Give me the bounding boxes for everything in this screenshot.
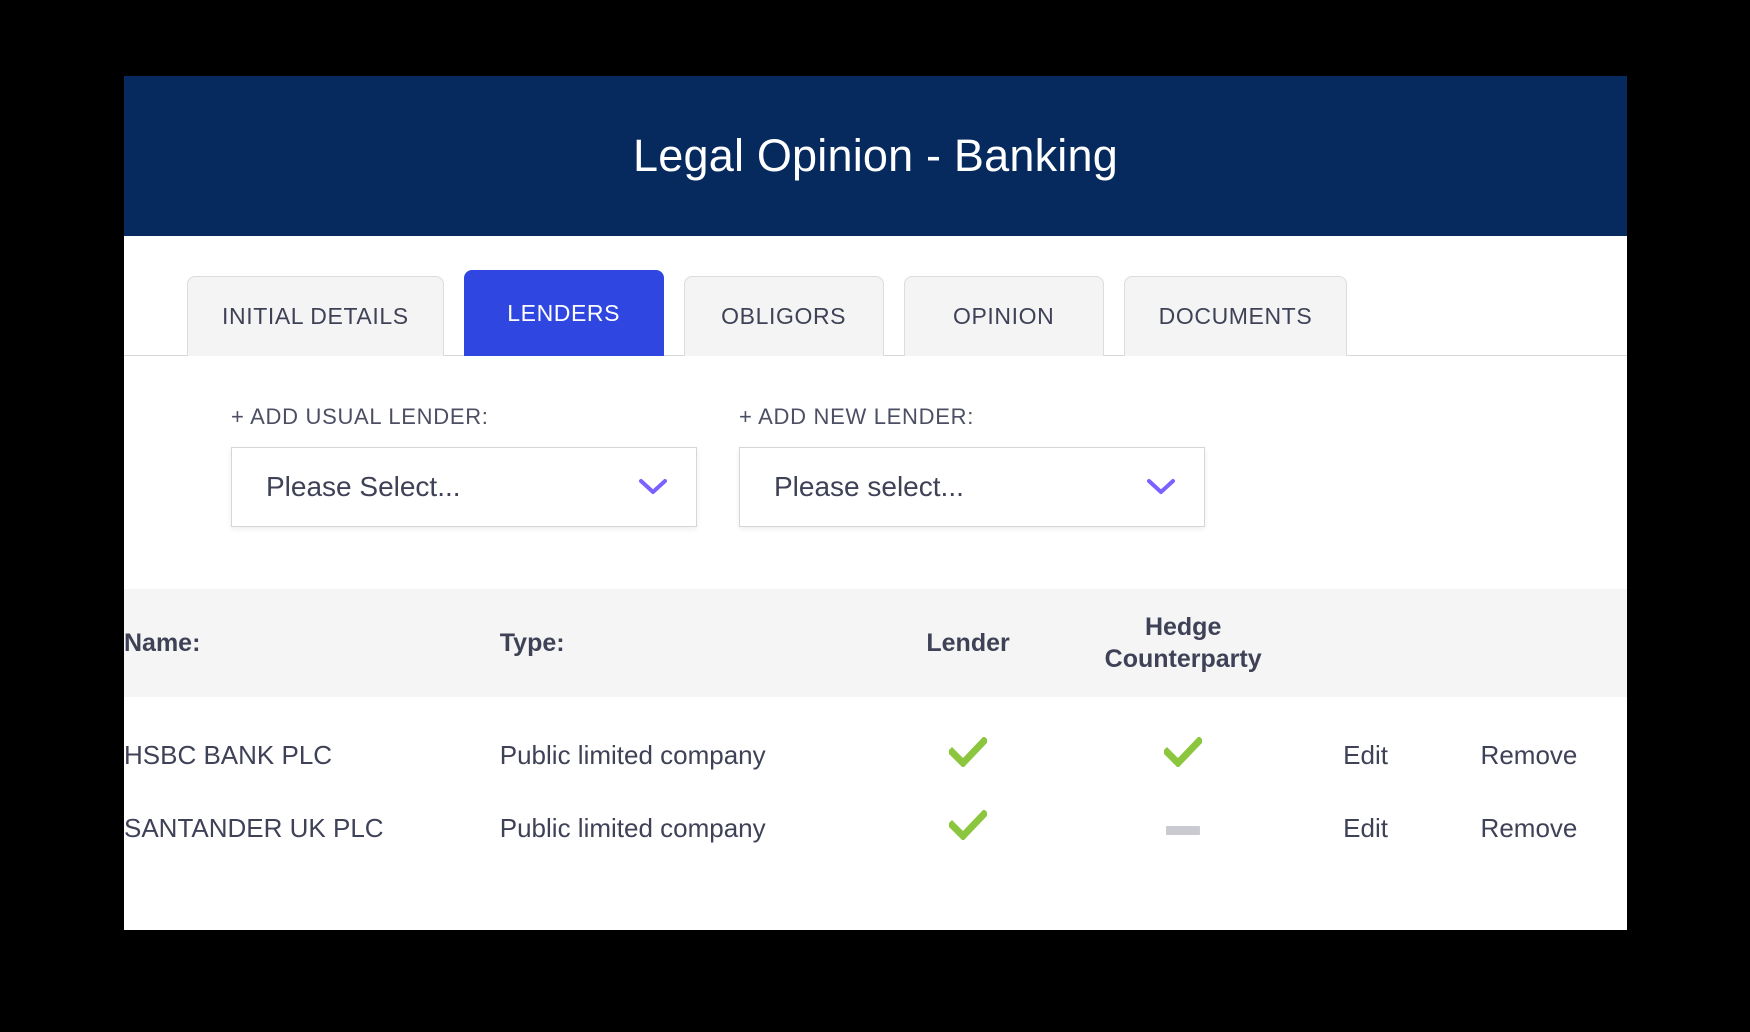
page-header: Legal Opinion - Banking <box>124 76 1627 236</box>
edit-cell: Edit <box>1300 792 1431 865</box>
add-new-lender-label: + ADD NEW LENDER: <box>739 404 975 429</box>
lender-type: Public limited company <box>499 813 766 843</box>
check-icon <box>949 810 988 840</box>
tab-label: LENDERS <box>507 300 621 326</box>
tab-documents[interactable]: DOCUMENTS <box>1123 276 1348 356</box>
table-row: SANTANDER UK PLC Public limited company … <box>124 792 1627 865</box>
remove-link[interactable]: Remove <box>1481 740 1578 770</box>
chevron-down-icon <box>1147 479 1175 494</box>
check-icon <box>1164 737 1203 767</box>
dash-icon <box>1166 825 1201 835</box>
lender-flag-cell <box>870 792 1066 865</box>
add-new-lender-field: + ADD NEW LENDER: Please select... <box>739 404 1205 527</box>
lenders-table-body: HSBC BANK PLC Public limited company Edi… <box>124 697 1627 865</box>
tab-label: OPINION <box>952 303 1055 329</box>
tab-lenders[interactable]: LENDERS <box>463 270 664 356</box>
tab-initial-details[interactable]: INITIAL DETAILS <box>187 276 444 356</box>
lender-add-controls: + ADD USUAL LENDER: Please Select... + A… <box>124 356 1627 527</box>
chevron-down-icon <box>639 479 667 494</box>
remove-link[interactable]: Remove <box>1481 813 1578 843</box>
application-window: Legal Opinion - Banking INITIAL DETAILS … <box>124 76 1627 930</box>
edit-link[interactable]: Edit <box>1343 813 1388 843</box>
lenders-table-header: Name: Type: Lender Hedge Counterparty <box>124 589 1627 697</box>
tab-label: DOCUMENTS <box>1158 303 1313 329</box>
hedge-counterparty-flag-cell <box>1066 697 1300 792</box>
lender-name: HSBC BANK PLC <box>124 740 333 770</box>
add-usual-lender-field: + ADD USUAL LENDER: Please Select... <box>231 404 697 527</box>
lender-name: SANTANDER UK PLC <box>124 813 384 843</box>
add-usual-lender-label: + ADD USUAL LENDER: <box>231 404 489 429</box>
page-title: Legal Opinion - Banking <box>633 130 1118 181</box>
lender-type: Public limited company <box>499 740 766 770</box>
tab-label: OBLIGORS <box>721 303 847 329</box>
column-header-edit <box>1300 589 1431 697</box>
hedge-header-line-2: Counterparty <box>1104 645 1262 673</box>
column-header-hedge-counterparty: Hedge Counterparty <box>1066 589 1300 697</box>
column-header-remove <box>1431 589 1627 697</box>
lender-flag-cell <box>870 697 1066 792</box>
column-header-type: Type: <box>499 628 565 657</box>
add-usual-lender-value: Please Select... <box>266 471 461 502</box>
table-row: HSBC BANK PLC Public limited company Edi… <box>124 697 1627 792</box>
column-header-name: Name: <box>124 628 201 657</box>
tab-label: INITIAL DETAILS <box>222 303 409 329</box>
add-new-lender-select[interactable]: Please select... <box>739 447 1205 527</box>
tab-panel-lenders: + ADD USUAL LENDER: Please Select... + A… <box>124 356 1627 865</box>
table-header-row: Name: Type: Lender Hedge Counterparty <box>124 589 1627 697</box>
edit-link[interactable]: Edit <box>1343 740 1388 770</box>
edit-cell: Edit <box>1300 697 1431 792</box>
lenders-table: Name: Type: Lender Hedge Counterparty HS… <box>124 589 1627 865</box>
hedge-header-line-1: Hedge <box>1144 613 1222 641</box>
tab-bar: INITIAL DETAILS LENDERS OBLIGORS OPINION… <box>124 236 1627 356</box>
tab-opinion[interactable]: OPINION <box>903 276 1104 356</box>
column-header-lender: Lender <box>926 628 1010 657</box>
tab-obligors[interactable]: OBLIGORS <box>683 276 884 356</box>
hedge-counterparty-flag-cell <box>1066 792 1300 865</box>
add-usual-lender-select[interactable]: Please Select... <box>231 447 697 527</box>
add-new-lender-value: Please select... <box>774 471 964 502</box>
remove-cell: Remove <box>1431 792 1627 865</box>
check-icon <box>949 737 988 767</box>
remove-cell: Remove <box>1431 697 1627 792</box>
